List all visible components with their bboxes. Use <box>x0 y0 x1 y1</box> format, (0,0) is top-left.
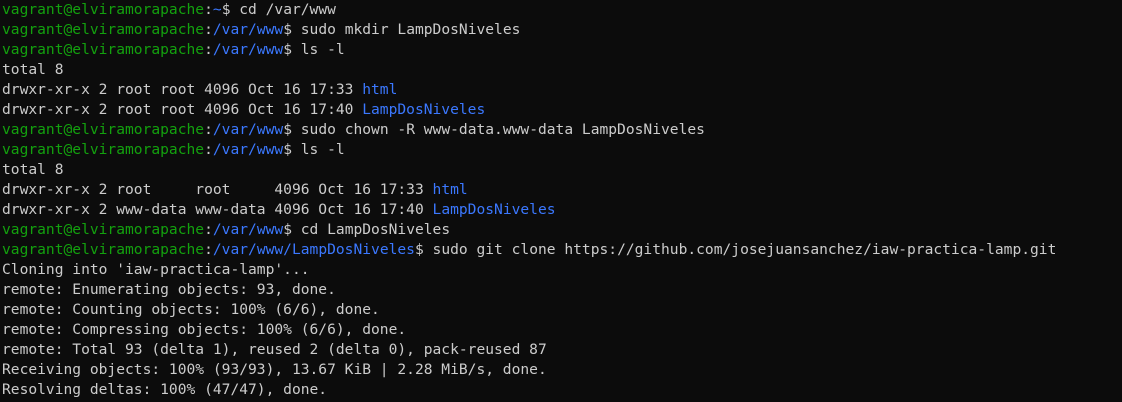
prompt-line: vagrant@elviramorapache:/var/www$ cd Lam… <box>2 220 1122 240</box>
prompt-path: /var/www <box>212 121 284 138</box>
output-line: Receiving objects: 100% (93/93), 13.67 K… <box>2 360 1122 380</box>
prompt-separator: : <box>204 221 213 238</box>
prompt-user: vagrant@elviramorapache <box>2 41 205 58</box>
prompt-line: vagrant@elviramorapache:/var/www$ ls -l <box>2 140 1122 160</box>
directory-name: LampDosNiveles <box>432 201 556 218</box>
output-line: remote: Enumerating objects: 93, done. <box>2 280 1122 300</box>
prompt-separator: : <box>204 121 213 138</box>
command-text: $ sudo mkdir LampDosNiveles <box>283 21 521 38</box>
prompt-separator: : <box>204 41 213 58</box>
prompt-path: /var/www <box>212 141 284 158</box>
output-text: total 8 <box>2 61 64 78</box>
command-text: $ ls -l <box>283 141 345 158</box>
listing-line: drwxr-xr-x 2 root root 4096 Oct 16 17:33… <box>2 180 1122 200</box>
prompt-separator: : <box>204 1 213 18</box>
command-text: $ cd LampDosNiveles <box>283 221 451 238</box>
command-text: $ ls -l <box>283 41 345 58</box>
listing-line: drwxr-xr-x 2 root root 4096 Oct 16 17:33… <box>2 80 1122 100</box>
listing-details: drwxr-xr-x 2 root root 4096 Oct 16 17:33 <box>2 81 363 98</box>
output-text: remote: Enumerating objects: 93, done. <box>2 281 336 298</box>
terminal-window[interactable]: vagrant@elviramorapache:~$ cd /var/www va… <box>0 0 1122 402</box>
prompt-user: vagrant@elviramorapache <box>2 1 205 18</box>
output-line: remote: Counting objects: 100% (6/6), do… <box>2 300 1122 320</box>
prompt-line: vagrant@elviramorapache:/var/www$ ls -l <box>2 40 1122 60</box>
output-line: total 8 <box>2 60 1122 80</box>
output-text: Receiving objects: 100% (93/93), 13.67 K… <box>2 361 547 378</box>
prompt-line: vagrant@elviramorapache:/var/www$ sudo c… <box>2 120 1122 140</box>
output-text: remote: Compressing objects: 100% (6/6),… <box>2 321 407 338</box>
command-text: $ sudo git clone https://github.com/jose… <box>414 241 1057 258</box>
output-text: total 8 <box>2 161 64 178</box>
prompt-line: vagrant@elviramorapache:/var/www/LampDos… <box>2 240 1122 260</box>
prompt-user: vagrant@elviramorapache <box>2 21 205 38</box>
listing-line: drwxr-xr-x 2 root root 4096 Oct 16 17:40… <box>2 100 1122 120</box>
output-line: total 8 <box>2 160 1122 180</box>
prompt-user: vagrant@elviramorapache <box>2 241 205 258</box>
prompt-path: /var/www <box>212 41 284 58</box>
output-text: Cloning into 'iaw-practica-lamp'... <box>2 261 310 278</box>
prompt-user: vagrant@elviramorapache <box>2 141 205 158</box>
prompt-line: vagrant@elviramorapache:/var/www$ sudo m… <box>2 20 1122 40</box>
output-line: remote: Total 93 (delta 1), reused 2 (de… <box>2 340 1122 360</box>
prompt-path: /var/www <box>212 221 284 238</box>
prompt-separator: : <box>204 241 213 258</box>
command-text: $ sudo chown -R www-data.www-data LampDo… <box>283 121 705 138</box>
prompt-path: /var/www/LampDosNiveles <box>212 241 415 258</box>
output-text: remote: Counting objects: 100% (6/6), do… <box>2 301 380 318</box>
directory-name: html <box>432 181 468 198</box>
command-text: $ cd /var/www <box>221 1 336 18</box>
listing-details: drwxr-xr-x 2 root root 4096 Oct 16 17:40 <box>2 101 363 118</box>
output-text: remote: Total 93 (delta 1), reused 2 (de… <box>2 341 547 358</box>
prompt-separator: : <box>204 21 213 38</box>
output-line: remote: Compressing objects: 100% (6/6),… <box>2 320 1122 340</box>
directory-name: LampDosNiveles <box>362 101 486 118</box>
directory-name: html <box>362 81 398 98</box>
listing-line: drwxr-xr-x 2 www-data www-data 4096 Oct … <box>2 200 1122 220</box>
output-line: Cloning into 'iaw-practica-lamp'... <box>2 260 1122 280</box>
prompt-path: /var/www <box>212 21 284 38</box>
prompt-separator: : <box>204 141 213 158</box>
listing-details: drwxr-xr-x 2 www-data www-data 4096 Oct … <box>2 201 433 218</box>
output-text: Resolving deltas: 100% (47/47), done. <box>2 381 328 398</box>
prompt-user: vagrant@elviramorapache <box>2 121 205 138</box>
prompt-user: vagrant@elviramorapache <box>2 221 205 238</box>
listing-details: drwxr-xr-x 2 root root 4096 Oct 16 17:33 <box>2 181 433 198</box>
prompt-line: vagrant@elviramorapache:~$ cd /var/www <box>2 0 1122 20</box>
prompt-path: ~ <box>212 1 222 18</box>
output-line: Resolving deltas: 100% (47/47), done. <box>2 380 1122 400</box>
